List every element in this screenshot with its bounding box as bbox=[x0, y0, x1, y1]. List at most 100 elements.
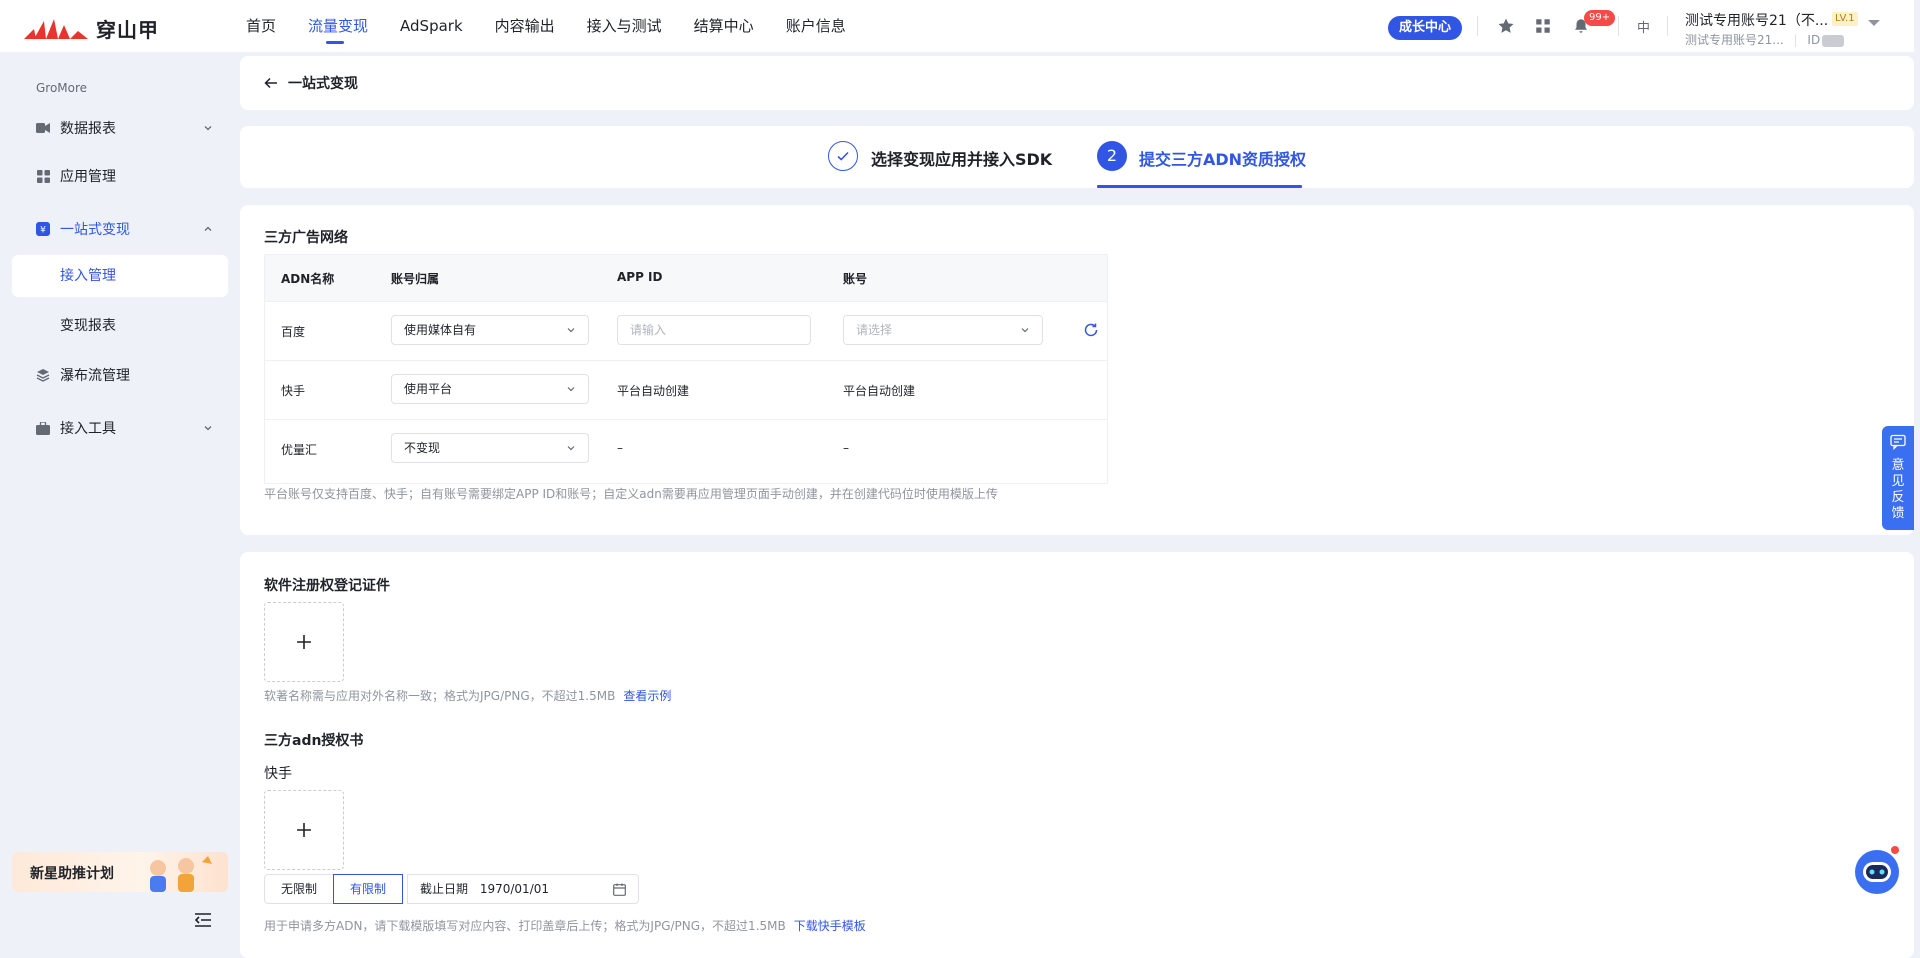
step1-label[interactable]: 选择变现应用并接入SDK bbox=[871, 146, 1052, 170]
sidebar-item-label: 接入工具 bbox=[60, 421, 116, 437]
steps: 选择变现应用并接入SDK 2 提交三方ADN资质授权 bbox=[240, 126, 1914, 188]
adn-auth-title: 三方adn授权书 bbox=[264, 733, 364, 749]
promo-label: 新星助推计划 bbox=[30, 866, 114, 882]
adn-auth-hint: 用于申请多方ADN，请下载模版填写对应内容、打印盖章后上传；格式为JPG/PNG… bbox=[264, 917, 866, 934]
nav-item-home[interactable]: 首页 bbox=[246, 0, 276, 52]
growth-center-button[interactable]: 成长中心 bbox=[1388, 16, 1462, 40]
calendar-icon bbox=[613, 883, 626, 896]
table-header: ADN名称 账号归属 APP ID 账号 bbox=[265, 255, 1107, 301]
step2-label[interactable]: 提交三方ADN资质授权 bbox=[1139, 146, 1306, 170]
chevron-down-icon bbox=[1021, 328, 1029, 333]
page-header: 一站式变现 bbox=[240, 56, 1914, 110]
table-row: 优量汇 不变现 – – bbox=[265, 419, 1107, 478]
notification-badge: 99+ bbox=[1584, 10, 1616, 26]
option-limited[interactable]: 有限制 bbox=[333, 874, 403, 904]
adn-name: 快手 bbox=[281, 384, 306, 398]
chevron-down-icon bbox=[567, 387, 575, 392]
language-switch[interactable]: 中 bbox=[1637, 17, 1650, 36]
nav-item-account-info[interactable]: 账户信息 bbox=[786, 0, 846, 52]
table-row: 快手 使用平台 平台自动创建 平台自动创建 bbox=[265, 360, 1107, 419]
promo-illustration-icon bbox=[150, 856, 212, 892]
account-id-label: ID bbox=[1807, 33, 1821, 47]
account-value: – bbox=[843, 441, 849, 455]
divider: | bbox=[1793, 33, 1798, 47]
account-value: 平台自动创建 bbox=[843, 384, 916, 398]
step-active-indicator bbox=[1097, 185, 1302, 188]
sidebar-item-data-reports[interactable]: 数据报表 bbox=[12, 107, 228, 149]
main-nav: 首页 流量变现 AdSpark 内容输出 接入与测试 结算中心 账户信息 bbox=[246, 0, 878, 52]
top-bar: 穿山甲 首页 流量变现 AdSpark 内容输出 接入与测试 结算中心 账户信息… bbox=[0, 0, 1920, 52]
adn-section-title: 三方广告网络 bbox=[264, 230, 348, 246]
upload-section: 软件注册权登记证件 软著名称需与应用对外名称一致；格式为JPG/PNG，不超过1… bbox=[240, 552, 1914, 958]
app-id-value: 平台自动创建 bbox=[617, 384, 690, 398]
back-arrow-icon[interactable] bbox=[264, 76, 278, 90]
nav-item-settlement[interactable]: 结算中心 bbox=[694, 0, 754, 52]
logo-text: 穿山甲 bbox=[96, 18, 159, 42]
sidebar-subitem-integration-management[interactable]: 接入管理 bbox=[12, 255, 228, 297]
nav-item-adspark[interactable]: AdSpark bbox=[400, 0, 463, 52]
ownership-select-value: 使用媒体自有 bbox=[404, 323, 477, 337]
adn-name: 百度 bbox=[281, 325, 306, 339]
software-cert-uploader[interactable] bbox=[264, 602, 344, 682]
software-cert-hint-text: 软著名称需与应用对外名称一致；格式为JPG/PNG，不超过1.5MB bbox=[264, 689, 616, 703]
page-title: 一站式变现 bbox=[288, 76, 358, 92]
collapse-sidebar-icon[interactable] bbox=[194, 912, 212, 928]
divider bbox=[1477, 16, 1478, 36]
account-dropdown-icon[interactable] bbox=[1868, 20, 1880, 26]
ownership-select-value: 不变现 bbox=[404, 441, 441, 455]
apps-grid-icon[interactable] bbox=[1533, 16, 1553, 36]
sidebar-subitem-monetization-report[interactable]: 变现报表 bbox=[12, 305, 228, 347]
option-unlimited[interactable]: 无限制 bbox=[264, 874, 334, 904]
sidebar-item-waterfall-management[interactable]: 瀑布流管理 bbox=[12, 354, 228, 396]
feedback-icon bbox=[1890, 434, 1906, 451]
divider bbox=[1667, 16, 1668, 36]
account-select-placeholder: 请选择 bbox=[856, 323, 893, 337]
chevron-down-icon bbox=[567, 446, 575, 451]
adn-name: 优量汇 bbox=[281, 443, 318, 457]
step2-number: 2 bbox=[1097, 141, 1127, 171]
plus-icon bbox=[297, 823, 311, 837]
account-name[interactable]: 测试专用账号21（不... bbox=[1685, 10, 1828, 30]
plus-icon bbox=[297, 635, 311, 649]
level-badge: LV.1 bbox=[1832, 12, 1858, 26]
sidebar-item-app-management[interactable]: 应用管理 bbox=[12, 155, 228, 197]
promo-banner[interactable]: 新星助推计划 bbox=[12, 852, 228, 892]
logo[interactable]: 穿山甲 bbox=[24, 14, 159, 43]
pangle-logo-icon bbox=[24, 18, 88, 39]
chevron-up-icon bbox=[204, 226, 212, 231]
sidebar-item-integration-tools[interactable]: 接入工具 bbox=[12, 407, 228, 449]
adn-table: ADN名称 账号归属 APP ID 账号 百度 使用媒体自有 请输入 请选择 快… bbox=[264, 254, 1108, 484]
ownership-select[interactable]: 不变现 bbox=[391, 433, 589, 463]
account-select[interactable]: 请选择 bbox=[843, 315, 1043, 345]
account-sub-name: 测试专用账号21... bbox=[1685, 33, 1784, 47]
deadline-date-picker[interactable]: 截止日期 1970/01/01 bbox=[407, 874, 639, 904]
assistant-robot-icon[interactable] bbox=[1852, 846, 1902, 896]
sidebar-item-label: 瀑布流管理 bbox=[60, 368, 130, 384]
star-icon[interactable] bbox=[1496, 16, 1516, 36]
adn-auth-hint-text: 用于申请多方ADN，请下载模版填写对应内容、打印盖章后上传；格式为JPG/PNG… bbox=[264, 919, 786, 933]
nav-item-traffic-monetization[interactable]: 流量变现 bbox=[308, 0, 368, 52]
column-header: APP ID bbox=[617, 270, 663, 284]
column-header: 账号 bbox=[843, 272, 868, 286]
sidebar-item-one-stop-monetization[interactable]: ¥ 一站式变现 bbox=[12, 208, 228, 250]
download-template-link[interactable]: 下载快手模板 bbox=[794, 919, 866, 933]
nav-item-content-output[interactable]: 内容输出 bbox=[495, 0, 555, 52]
chevron-down-icon bbox=[567, 328, 575, 333]
adn-hint: 平台账号仅支持百度、快手；自有账号需要绑定APP ID和账号；自定义adn需要再… bbox=[264, 487, 998, 501]
nav-item-integration-testing[interactable]: 接入与测试 bbox=[587, 0, 662, 52]
view-example-link[interactable]: 查看示例 bbox=[623, 689, 671, 703]
scrollbar[interactable] bbox=[1914, 0, 1920, 958]
app-id-value: – bbox=[617, 441, 623, 455]
ownership-select[interactable]: 使用媒体自有 bbox=[391, 315, 589, 345]
step1-check-icon bbox=[828, 141, 858, 171]
ownership-select[interactable]: 使用平台 bbox=[391, 374, 589, 404]
date-label: 截止日期 bbox=[420, 882, 469, 896]
divider bbox=[1618, 16, 1619, 36]
column-header: ADN名称 bbox=[281, 272, 335, 286]
feedback-button[interactable]: 意见反馈 bbox=[1882, 426, 1914, 530]
column-header: 账号归属 bbox=[391, 272, 440, 286]
toolbox-icon bbox=[36, 421, 50, 435]
adn-auth-uploader[interactable] bbox=[264, 790, 344, 870]
refresh-icon[interactable] bbox=[1083, 322, 1099, 338]
app-id-input[interactable]: 请输入 bbox=[617, 315, 811, 345]
